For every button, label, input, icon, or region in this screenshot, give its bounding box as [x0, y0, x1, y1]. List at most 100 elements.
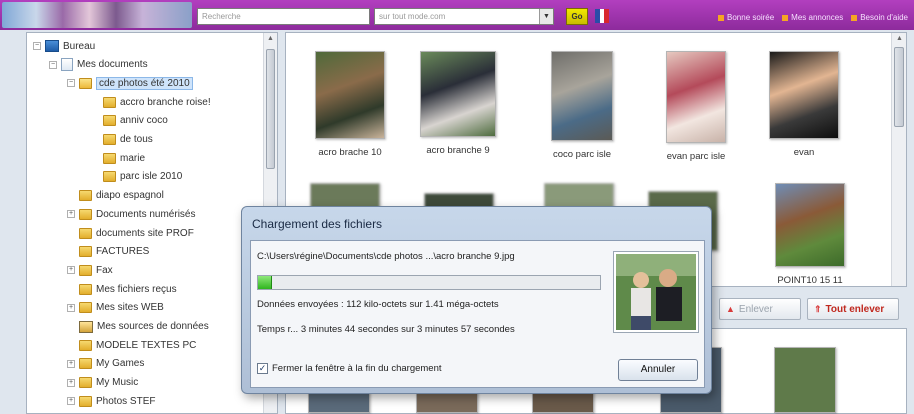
search-scope-select[interactable]: sur tout mode.com ▼: [374, 8, 554, 25]
folder-icon: [103, 96, 116, 108]
expand-icon[interactable]: +: [67, 378, 75, 387]
tree-item[interactable]: FACTURES: [67, 243, 149, 261]
bullet-icon: [718, 14, 725, 21]
tree-item[interactable]: + Fax: [67, 261, 113, 279]
collapse-icon[interactable]: −: [67, 79, 75, 88]
photo-thumbnail[interactable]: evan parc isle: [648, 51, 744, 162]
scroll-up-icon[interactable]: ▲: [267, 35, 274, 42]
file-path: C:\Users\régine\Documents\cde photos ...…: [257, 251, 515, 262]
tree-item-label: Mes sites WEB: [96, 302, 164, 314]
network-folder-icon: [79, 320, 93, 333]
expand-icon[interactable]: +: [67, 210, 75, 219]
tree-item-label: Documents numérisés: [96, 208, 196, 220]
site-banner-image[interactable]: [2, 2, 192, 28]
tree-item[interactable]: + My Music: [67, 374, 138, 392]
cancel-button[interactable]: Annuler: [618, 359, 698, 381]
top-link[interactable]: Mes annonces: [782, 13, 843, 22]
french-flag-icon[interactable]: [595, 9, 610, 23]
go-button[interactable]: Go: [566, 8, 588, 25]
folder-icon: [103, 152, 116, 164]
tree-item[interactable]: + Documents numérisés: [67, 205, 195, 223]
folder-icon: [103, 134, 116, 145]
gallery-scrollbar[interactable]: ▲: [891, 33, 906, 286]
chevron-down-icon[interactable]: ▼: [539, 9, 553, 24]
tree-item[interactable]: − Bureau: [33, 37, 95, 55]
top-link[interactable]: Bonne soirée: [718, 13, 774, 22]
close-on-finish-row[interactable]: ✓ Fermer la fenêtre à la fin du chargeme…: [257, 363, 442, 374]
dialog-body: C:\Users\régine\Documents\cde photos ...…: [250, 240, 705, 388]
tree-scroll-thumb[interactable]: [266, 49, 275, 169]
photo-image: [551, 51, 613, 141]
preview-image: [616, 254, 696, 330]
queued-photo-thumbnail[interactable]: [774, 347, 836, 413]
top-link[interactable]: Besoin d'aide: [851, 13, 908, 22]
tree-item[interactable]: de tous: [91, 131, 153, 149]
tree-item[interactable]: + My Games: [67, 355, 144, 373]
upload-dialog: Chargement des fichiers C:\Users\régine\…: [241, 206, 712, 394]
close-on-finish-label: Fermer la fenêtre à la fin du chargement: [272, 363, 442, 374]
tree-item[interactable]: documents site PROF: [67, 224, 194, 242]
data-sent-text: Données envoyées : 112 kilo-octets sur 1…: [257, 299, 499, 310]
photo-thumbnail[interactable]: coco parc isle: [534, 51, 630, 160]
tree-item[interactable]: accro branche roise!: [91, 93, 211, 111]
tree-item-label: anniv coco: [120, 115, 168, 127]
tree-item[interactable]: parc isle 2010: [91, 168, 182, 186]
tree-item[interactable]: + Mes sites WEB: [67, 299, 164, 317]
folder-icon: [79, 208, 92, 220]
expand-icon[interactable]: +: [67, 303, 75, 312]
tree-item-label: My Music: [96, 377, 139, 389]
upload-progress-bar: [257, 275, 601, 290]
tree-item-label: diapo espagnol: [96, 190, 164, 202]
tree-item[interactable]: marie: [91, 149, 145, 167]
top-link-label: Besoin d'aide: [860, 13, 908, 22]
tree-item[interactable]: − cde photos été 2010: [67, 74, 193, 92]
expand-icon[interactable]: +: [67, 397, 75, 406]
top-links: Bonne soirée Mes annonces Besoin d'aide: [718, 13, 908, 22]
tree-item[interactable]: Mes sources de données: [67, 318, 209, 336]
tree-item-label: cde photos été 2010: [96, 76, 193, 90]
photo-thumbnail[interactable]: POINT10 15 11: [762, 183, 858, 286]
photo-thumbnail[interactable]: acro brache 10: [302, 51, 398, 158]
tree-item-label: MODELE TEXTES PC: [96, 339, 197, 351]
tree-item-label: Fax: [96, 264, 113, 276]
tree-item[interactable]: + Photos STEF: [67, 392, 155, 410]
photo-thumbnail[interactable]: evan: [756, 51, 852, 158]
collapse-icon[interactable]: −: [49, 60, 57, 69]
search-input[interactable]: Recherche: [197, 8, 370, 25]
top-bar: Recherche sur tout mode.com ▼ Go Bonne s…: [0, 0, 914, 30]
tree-item-label: accro branche roise!: [120, 96, 211, 108]
scroll-up-icon[interactable]: ▲: [896, 35, 903, 42]
tree-item[interactable]: Mes fichiers reçus: [67, 280, 177, 298]
remove-all-button[interactable]: ⇑ Tout enlever: [807, 298, 899, 320]
photo-thumbnail[interactable]: acro branche 9: [410, 51, 506, 156]
folder-icon: [79, 395, 92, 407]
folder-icon: [79, 283, 92, 295]
photo-label: coco parc isle: [552, 149, 612, 160]
folder-icon: [103, 171, 116, 183]
dialog-title: Chargement des fichiers: [252, 217, 383, 231]
remove-button[interactable]: ▲ Enlever: [719, 298, 801, 320]
tree-item[interactable]: MODELE TEXTES PC: [67, 336, 196, 354]
tree-item[interactable]: diapo espagnol: [67, 187, 164, 205]
close-on-finish-checkbox[interactable]: ✓: [257, 363, 268, 374]
folder-icon: [79, 339, 92, 351]
expand-icon[interactable]: +: [67, 266, 75, 275]
tree-item-label: marie: [120, 152, 146, 164]
remove-arrow-icon: ▲: [726, 304, 735, 314]
tree-item-label: documents site PROF: [96, 227, 194, 239]
photo-image: [775, 183, 845, 267]
bullet-icon: [851, 14, 858, 21]
tree-item-label: FACTURES: [96, 246, 150, 258]
gallery-scroll-thumb[interactable]: [894, 47, 904, 127]
folder-icon: [79, 377, 92, 389]
tree-item-label: Mes fichiers reçus: [96, 283, 177, 295]
expand-icon[interactable]: +: [67, 359, 75, 368]
folder-icon: [79, 246, 92, 258]
remove-button-label: Enlever: [738, 303, 773, 315]
folder-icon: [79, 190, 92, 202]
tree-item[interactable]: − Mes documents: [49, 56, 148, 74]
folder-icon: [103, 115, 116, 127]
folder-icon: [79, 227, 92, 239]
tree-item[interactable]: anniv coco: [91, 112, 168, 130]
collapse-icon[interactable]: −: [33, 42, 41, 50]
